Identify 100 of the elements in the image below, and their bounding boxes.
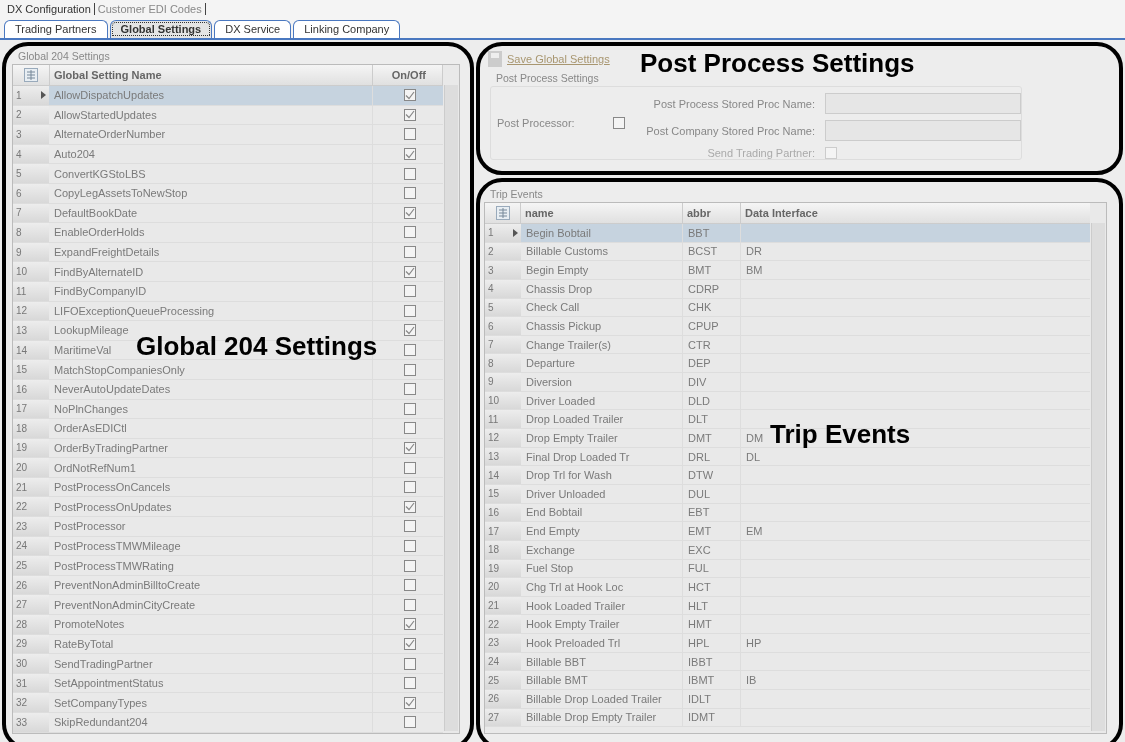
tab[interactable]: Trading Partners xyxy=(4,20,108,38)
table-cell: EnableOrderHolds xyxy=(54,226,145,239)
checkbox[interactable] xyxy=(404,265,416,278)
checkbox[interactable] xyxy=(404,246,416,259)
checkbox[interactable] xyxy=(404,167,416,180)
row-header[interactable]: 8 xyxy=(13,223,49,242)
checkbox[interactable] xyxy=(404,383,416,396)
menu-tab[interactable]: DX Configuration xyxy=(4,3,95,15)
row-header[interactable]: 25 xyxy=(485,671,521,689)
checkbox[interactable] xyxy=(404,696,416,709)
checkbox[interactable] xyxy=(404,422,416,435)
column-header[interactable]: Global Setting Name xyxy=(50,65,373,85)
column-header[interactable]: On/Off xyxy=(373,65,443,85)
checkbox[interactable] xyxy=(404,520,416,533)
checkbox[interactable] xyxy=(404,344,416,356)
checkbox[interactable] xyxy=(404,559,416,572)
table-cell: Drop Trl for Wash xyxy=(526,469,612,482)
column-header[interactable]: name xyxy=(521,203,683,223)
checkbox[interactable] xyxy=(404,187,416,200)
input-field[interactable] xyxy=(825,93,1021,114)
checkbox[interactable] xyxy=(825,147,837,159)
checkbox[interactable] xyxy=(404,442,416,454)
input-field[interactable] xyxy=(825,120,1021,141)
checkbox[interactable] xyxy=(404,108,416,121)
table-cell: Chassis Pickup xyxy=(526,320,602,332)
row-header[interactable]: 20 xyxy=(485,578,521,596)
tab[interactable]: DX Service xyxy=(214,20,292,38)
scrollbar[interactable] xyxy=(444,85,458,731)
checkbox[interactable] xyxy=(404,206,416,219)
row-header[interactable]: 10 xyxy=(13,262,49,281)
row-header[interactable]: 30 xyxy=(13,654,49,673)
selected-row-highlight[interactable]: 1 Begin Bobtail BBT xyxy=(485,224,1090,243)
row-header[interactable]: 18 xyxy=(13,419,49,438)
table-cell: Billable BBT xyxy=(526,655,586,668)
annotation-label: Global 204 Settings xyxy=(136,332,378,360)
checkbox[interactable] xyxy=(404,637,416,650)
column-header[interactable]: abbr xyxy=(683,203,741,223)
row-header[interactable]: 14 xyxy=(485,466,521,484)
row-header[interactable]: 1 xyxy=(485,224,521,242)
checkbox[interactable] xyxy=(404,539,416,552)
row-header[interactable]: 5 xyxy=(13,164,49,183)
checkbox[interactable] xyxy=(404,579,416,592)
checkbox[interactable] xyxy=(404,500,416,513)
menu-tab[interactable]: Customer EDI Codes xyxy=(94,3,206,15)
scrollbar[interactable] xyxy=(1091,223,1105,731)
row-header[interactable]: 9 xyxy=(485,373,521,391)
row-header[interactable]: 17 xyxy=(485,522,521,540)
row-header[interactable]: 1 xyxy=(13,86,49,105)
row-header[interactable]: 25 xyxy=(13,556,49,575)
tab[interactable]: Linking Company xyxy=(293,20,401,38)
row-header[interactable]: 33 xyxy=(13,713,49,732)
row-header[interactable]: 3 xyxy=(485,261,521,279)
row-header[interactable]: 12 xyxy=(485,429,521,447)
row-header[interactable]: 26 xyxy=(485,690,521,708)
checkbox[interactable] xyxy=(404,304,416,317)
column-chooser-icon[interactable] xyxy=(495,206,510,220)
row-header[interactable]: 13 xyxy=(13,321,49,340)
row-header[interactable]: 15 xyxy=(13,360,49,379)
checkbox[interactable] xyxy=(404,618,416,631)
table-cell: PostProcessOnCancels xyxy=(54,481,171,494)
checkbox[interactable] xyxy=(612,117,625,129)
row-header[interactable]: 22 xyxy=(485,615,521,634)
row-header[interactable]: 22 xyxy=(13,497,49,517)
checkbox[interactable] xyxy=(404,716,416,729)
table-cell: Billable BMT xyxy=(526,674,588,687)
save-link[interactable]: Save Global Settings xyxy=(507,53,610,65)
row-header[interactable]: 23 xyxy=(13,517,49,536)
column-header[interactable]: Data Interface xyxy=(741,203,1090,223)
row-header[interactable]: 8 xyxy=(485,354,521,373)
row-header[interactable]: 6 xyxy=(485,317,521,335)
checkbox[interactable] xyxy=(404,657,416,670)
tab[interactable]: Global Settings xyxy=(109,20,213,38)
row-header[interactable]: 27 xyxy=(13,595,49,615)
checkbox[interactable] xyxy=(404,677,416,690)
checkbox[interactable] xyxy=(404,461,416,474)
row-header[interactable]: 28 xyxy=(13,615,49,634)
row-header[interactable]: 3 xyxy=(13,125,49,144)
table-cell: AllowStartedUpdates xyxy=(54,108,157,121)
checkbox[interactable] xyxy=(404,481,416,494)
table-cell: Driver Unloaded xyxy=(526,487,606,500)
row-header[interactable]: 11 xyxy=(485,410,521,429)
checkbox[interactable] xyxy=(404,285,416,298)
table-cell: IBMT xyxy=(688,674,715,687)
row-header[interactable]: 20 xyxy=(13,458,49,477)
checkbox[interactable] xyxy=(404,363,416,376)
table-cell: ExpandFreightDetails xyxy=(54,246,160,259)
table-cell: PostProcessTMWMileage xyxy=(54,539,181,552)
table-cell: Billable Customs xyxy=(526,245,608,258)
column-chooser-icon[interactable] xyxy=(24,68,38,82)
table-cell: Hook Loaded Trailer xyxy=(526,599,626,612)
selected-row-highlight[interactable]: 1 AllowDispatchUpdates xyxy=(13,86,443,106)
row-header[interactable]: 32 xyxy=(13,693,49,712)
checkbox[interactable] xyxy=(404,226,416,239)
checkbox[interactable] xyxy=(404,324,416,337)
checkbox[interactable] xyxy=(404,128,416,141)
checkbox[interactable] xyxy=(404,148,416,161)
checkbox[interactable] xyxy=(404,89,416,102)
checkbox[interactable] xyxy=(404,402,416,415)
row-header[interactable]: 23 xyxy=(485,634,521,652)
checkbox[interactable] xyxy=(404,598,416,611)
